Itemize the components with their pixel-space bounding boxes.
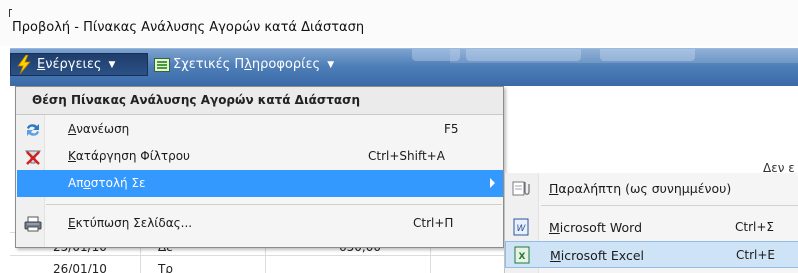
svg-text:W: W — [517, 224, 527, 234]
submenu-item-excel-label: icrosoft Excel — [560, 248, 644, 263]
blurred-tab — [600, 49, 695, 61]
word-icon: W — [513, 218, 529, 236]
submenu-item-recipient-label: αραλήπτη (ως συνημμένου) — [558, 181, 732, 196]
related-info-label-pre: Σχετικές Π — [173, 57, 245, 72]
menu-item-refresh-shortcut: F5 — [444, 122, 459, 136]
menu-item-refresh-label-first: Α — [68, 122, 77, 136]
excel-icon: X — [514, 246, 530, 264]
printer-icon — [24, 216, 42, 232]
menu-item-print-shortcut: Ctrl+Π — [413, 216, 454, 230]
grid-cell-divider — [140, 256, 141, 273]
clear-filter-icon — [24, 150, 42, 165]
submenu-item-word-label-first: M — [549, 220, 560, 235]
menu-item-clear-filter-label-first: Κ — [68, 149, 76, 163]
menu-item-send-to-label-post: στολή Σε — [90, 176, 146, 190]
menu-item-print-label-first: Ε — [68, 216, 76, 230]
submenu-item-word-shortcut: Ctrl+Σ — [735, 220, 774, 234]
send-to-submenu: Παραλήπτη (ως συνημμένου) W Microsoft Wo… — [504, 173, 798, 273]
grid-cell-divider — [265, 256, 266, 273]
actions-dropdown-menu: Θέση Πίνακας Ανάλυσης Αγορών κατά Διάστα… — [15, 86, 504, 248]
submenu-arrow-icon — [490, 178, 495, 188]
actions-menu-label: νέργειες — [45, 57, 102, 72]
menu-separator — [46, 204, 502, 205]
dropdown-caret-icon: ▼ — [327, 59, 335, 70]
submenu-item-recipient-label-first: Π — [549, 181, 559, 196]
action-bar: Ενέργειες ▼ Σχετικές Πλ ηροφορίες ▼ — [10, 48, 798, 86]
menu-item-refresh[interactable]: Ανανέωση F5 — [17, 116, 503, 143]
grid-cell-divider — [430, 256, 431, 273]
menu-item-print-page[interactable]: Εκτύπωση Σελίδας... Ctrl+Π — [17, 210, 503, 237]
related-info-label-post: ηροφορίες — [251, 57, 321, 72]
submenu-item-word-label: icrosoft Word — [559, 220, 642, 235]
window-titlebar: Προβολή - Πίνακας Ανάλυσης Αγορών κατά Δ… — [0, 0, 798, 46]
menu-item-send-to[interactable]: Αποστολή Σε — [17, 170, 503, 197]
actions-menu-label-first: Ε — [37, 57, 46, 72]
actions-menu-button[interactable]: Ενέργειες ▼ — [10, 53, 148, 76]
related-info-menu-button[interactable]: Σχετικές Πλ ηροφορίες ▼ — [152, 53, 334, 76]
menu-header: Θέση Πίνακας Ανάλυσης Αγορών κατά Διάστα… — [16, 87, 503, 115]
related-info-label-underlined: λ — [244, 57, 252, 72]
email-attachment-icon — [512, 181, 530, 196]
submenu-item-excel-shortcut: Ctrl+E — [736, 248, 775, 262]
menu-item-clear-filter[interactable]: Κατάργηση Φίλτρου Ctrl+Shift+A — [17, 143, 503, 170]
submenu-item-excel-label-first: M — [550, 248, 561, 263]
dropdown-caret-icon: ▼ — [108, 59, 116, 70]
submenu-separator — [541, 205, 798, 206]
blurred-tab — [466, 49, 581, 61]
submenu-item-excel[interactable]: X Microsoft Excel Ctrl+E — [505, 241, 798, 268]
submenu-item-recipient[interactable]: Παραλήπτη (ως συνημμένου) — [505, 175, 798, 202]
table-icon — [154, 57, 170, 72]
menu-item-send-to-label-underlined: ο — [83, 176, 91, 190]
lightning-icon — [17, 55, 31, 74]
row-code: Τρ — [158, 262, 173, 273]
blurred-tab — [412, 49, 460, 61]
menu-item-clear-filter-label: ατάργηση Φίλτρου — [75, 149, 191, 163]
grid-column-header-area — [504, 104, 798, 174]
window-corner-mark — [9, 9, 12, 17]
menu-item-clear-filter-shortcut: Ctrl+Shift+A — [368, 149, 445, 163]
row-date: 26/01/10 — [53, 262, 107, 273]
refresh-icon — [27, 124, 39, 136]
submenu-item-word[interactable]: W Microsoft Word Ctrl+Σ — [505, 214, 798, 241]
menu-item-send-to-label-pre: Απ — [68, 176, 84, 190]
window-title: Προβολή - Πίνακας Ανάλυσης Αγορών κατά Δ… — [12, 20, 365, 35]
svg-text:X: X — [519, 252, 526, 262]
menu-item-print-label: κτύπωση Σελίδας... — [75, 216, 193, 230]
menu-item-refresh-label: νανέωση — [76, 122, 130, 136]
